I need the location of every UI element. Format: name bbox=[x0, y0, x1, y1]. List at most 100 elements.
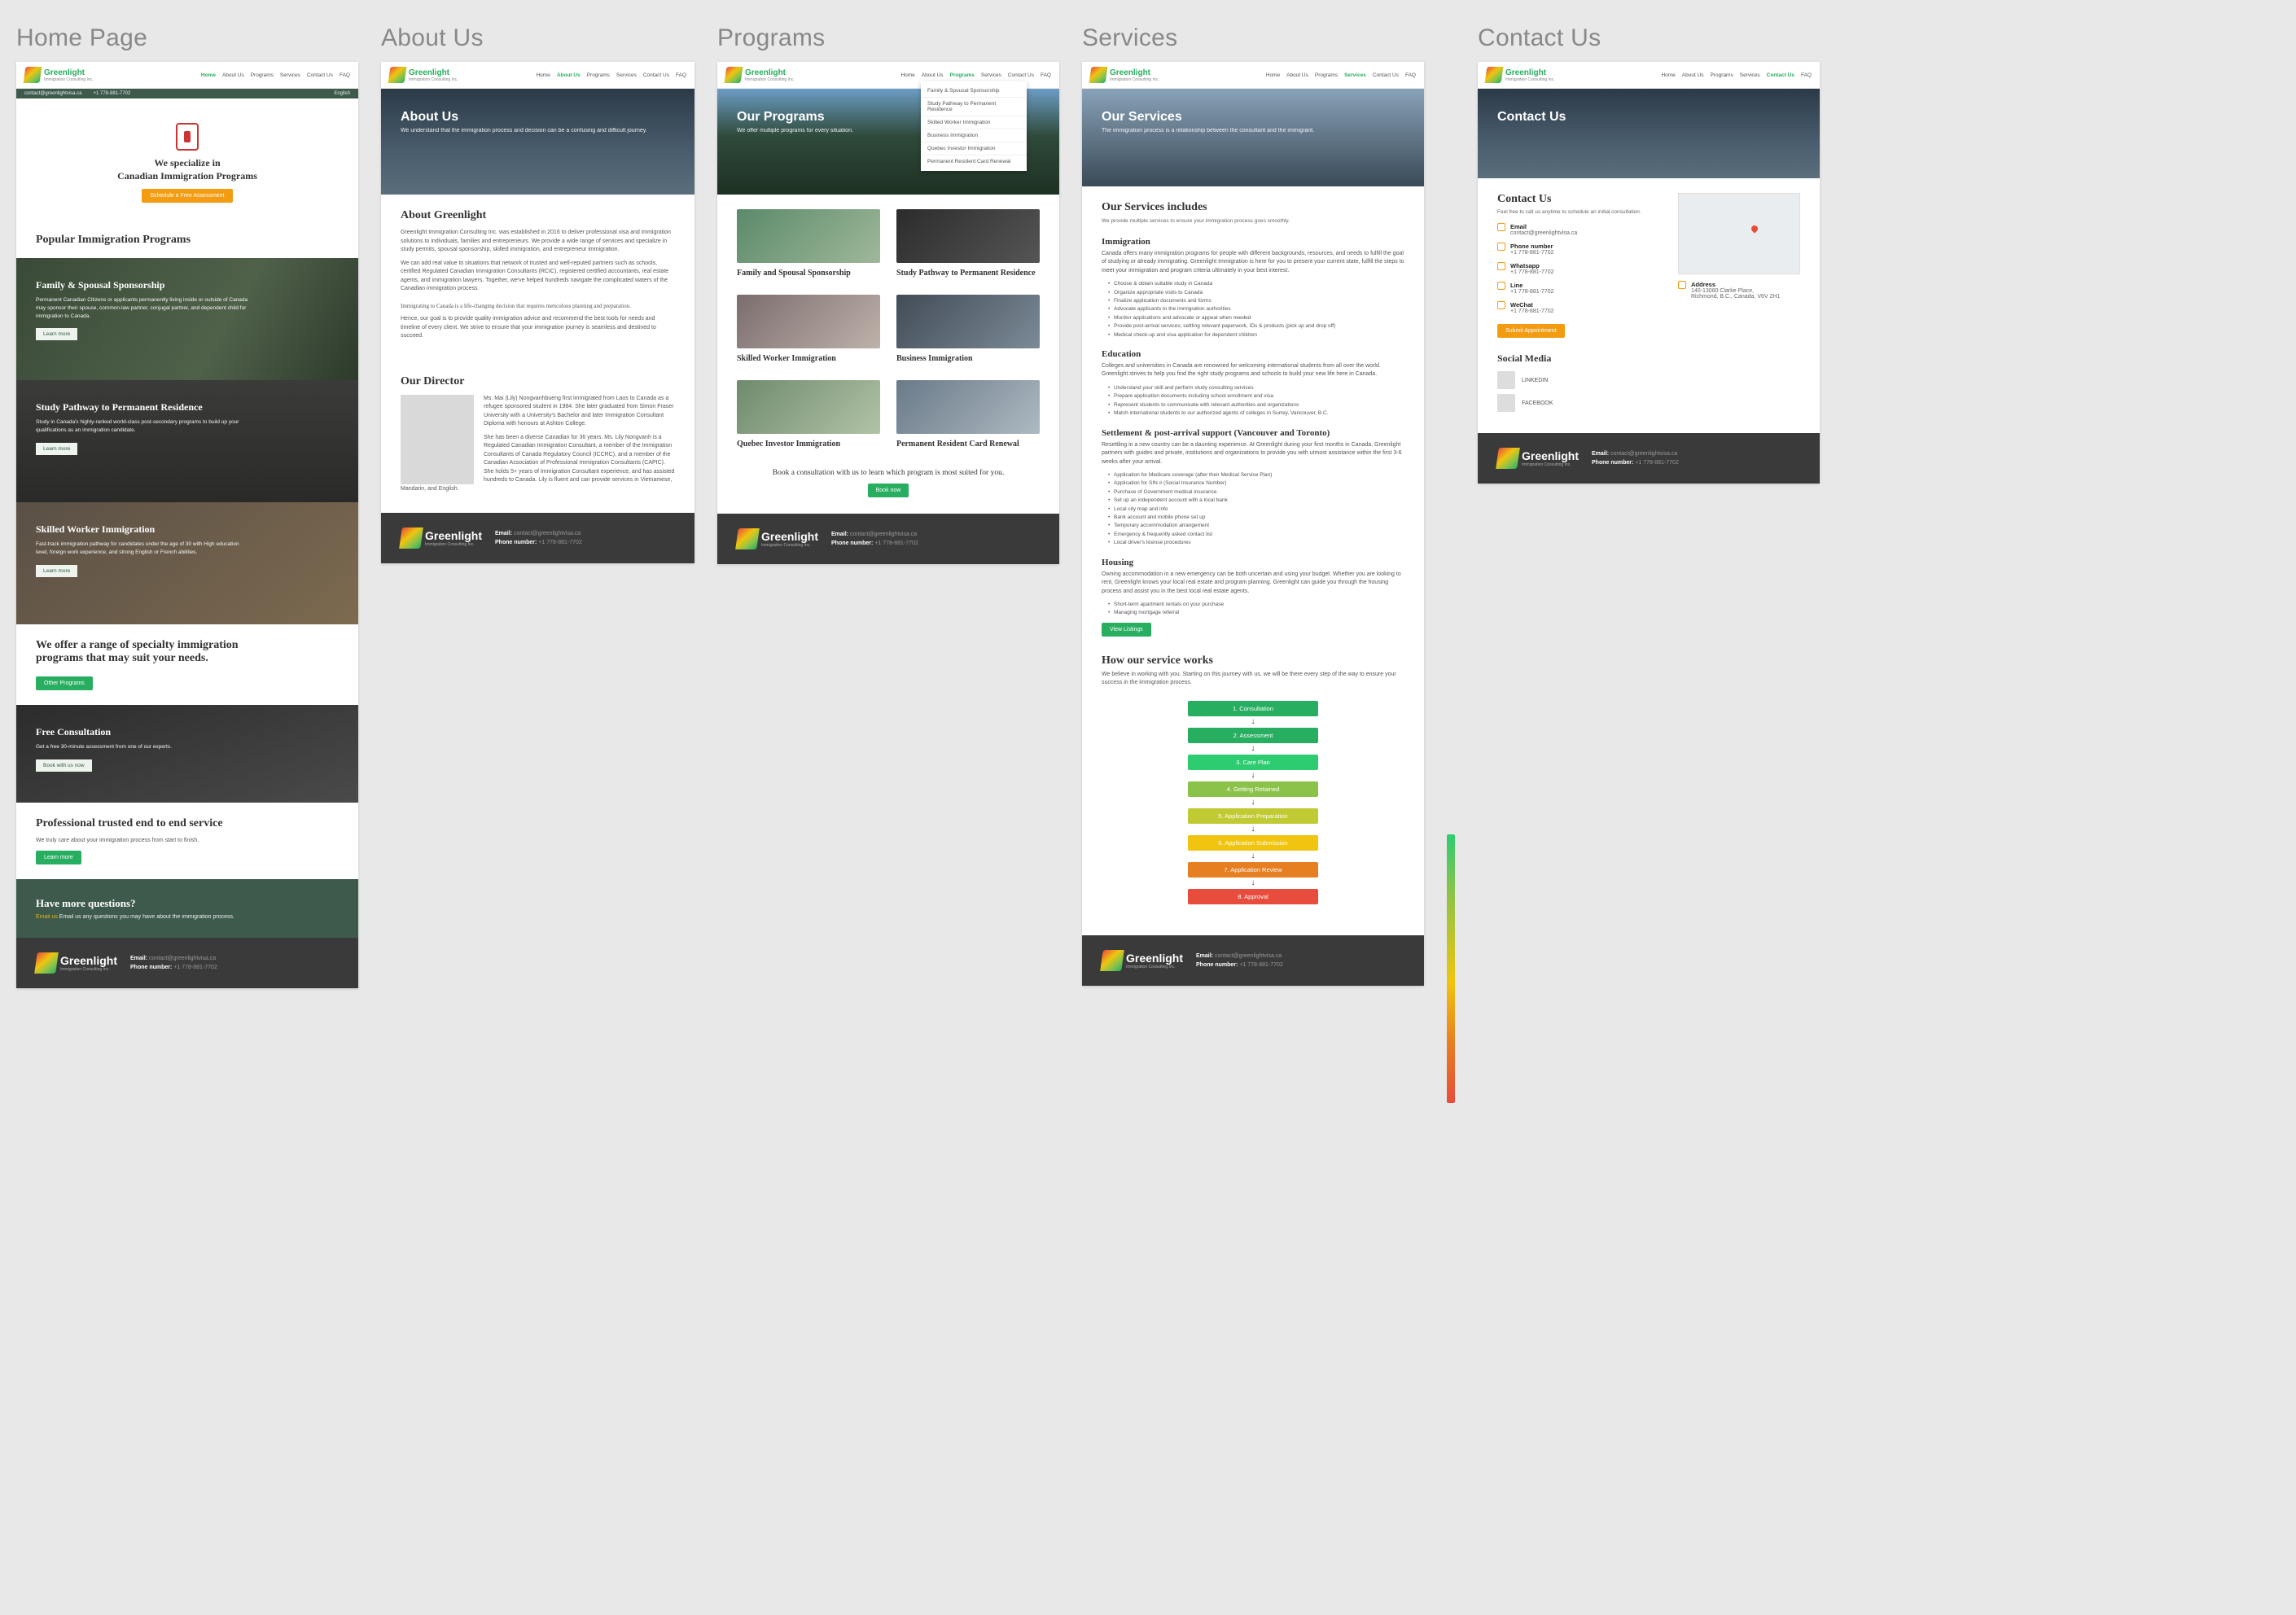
nav-about[interactable]: About Us bbox=[1286, 72, 1308, 78]
topbar-email[interactable]: contact@greenlightvisa.ca bbox=[24, 91, 81, 96]
logo[interactable]: GreenlightImmigration Consulting Inc. bbox=[1090, 67, 1159, 83]
program-card[interactable]: Study Pathway to Permanent Residence bbox=[896, 209, 1040, 278]
program-card[interactable]: Permanent Resident Card Renewal bbox=[896, 380, 1040, 449]
logo[interactable]: GreenlightImmigration Consulting Inc. bbox=[24, 67, 94, 83]
social-facebook[interactable]: FACEBOOK bbox=[1497, 394, 1800, 412]
footer-phone[interactable]: +1 778-881-7702 bbox=[874, 541, 918, 546]
list-item: Bank account and mobile phone set up bbox=[1108, 514, 1404, 522]
program-card[interactable]: Quebec Investor Immigration bbox=[737, 380, 880, 449]
dd-item[interactable]: Skilled Worker Immigration bbox=[921, 116, 1027, 129]
nav-services[interactable]: Services bbox=[616, 72, 637, 78]
nav-contact[interactable]: Contact Us bbox=[1373, 72, 1399, 78]
logo-icon bbox=[388, 67, 407, 83]
footer-phone[interactable]: +1 778-881-7702 bbox=[1635, 460, 1679, 466]
intro-title: We specialize in Canadian Immigration Pr… bbox=[36, 157, 339, 182]
topbar-phone[interactable]: +1 778-881-7702 bbox=[93, 91, 130, 96]
band-family-btn[interactable]: Learn more bbox=[36, 328, 77, 340]
footer-email[interactable]: contact@greenlightvisa.ca bbox=[1610, 451, 1677, 457]
footer-email[interactable]: contact@greenlightvisa.ca bbox=[1215, 953, 1282, 959]
about-p1: Greenlight Immigration Consulting Inc. w… bbox=[401, 229, 675, 255]
nav-home[interactable]: Home bbox=[536, 72, 550, 78]
col-title-contact: Contact Us bbox=[1478, 24, 1820, 52]
nav-programs[interactable]: Programs bbox=[1315, 72, 1338, 78]
nav-programs[interactable]: Programs bbox=[1711, 72, 1733, 78]
social-linkedin[interactable]: LINKEDIN bbox=[1497, 371, 1800, 389]
view-listings-btn[interactable]: View Listings bbox=[1102, 623, 1151, 637]
dd-item[interactable]: Family & Spousal Sponsorship bbox=[921, 85, 1027, 98]
book-section: Book a consultation with us to learn whi… bbox=[717, 464, 1059, 514]
col-services: Services GreenlightImmigration Consultin… bbox=[1082, 24, 1424, 986]
footer-phone[interactable]: +1 778-881-7702 bbox=[1239, 962, 1283, 968]
footer-phone[interactable]: +1 778-881-7702 bbox=[173, 965, 217, 970]
nav-home[interactable]: Home bbox=[900, 72, 914, 78]
nav-faq[interactable]: FAQ bbox=[676, 72, 686, 78]
nav-contact[interactable]: Contact Us bbox=[307, 72, 333, 78]
more-link[interactable]: Email us bbox=[36, 914, 58, 920]
program-title: Quebec Investor Immigration bbox=[737, 439, 880, 449]
nav-contact[interactable]: Contact Us bbox=[1767, 72, 1794, 78]
nav-about[interactable]: About Us bbox=[922, 72, 944, 78]
nav-home[interactable]: Home bbox=[1661, 72, 1675, 78]
logo-icon bbox=[24, 67, 42, 83]
line-value[interactable]: +1 778-881-7702 bbox=[1510, 289, 1554, 295]
nav-contact[interactable]: Contact Us bbox=[643, 72, 669, 78]
footer-email[interactable]: contact@greenlightvisa.ca bbox=[850, 532, 917, 537]
nav-faq[interactable]: FAQ bbox=[1801, 72, 1812, 78]
nav-contact[interactable]: Contact Us bbox=[1008, 72, 1034, 78]
nav-home[interactable]: Home bbox=[1266, 72, 1280, 78]
free-btn[interactable]: Book with us now bbox=[36, 759, 92, 772]
whatsapp-value[interactable]: +1 778-881-7702 bbox=[1510, 269, 1554, 275]
email-value[interactable]: contact@greenlightvisa.ca bbox=[1510, 230, 1577, 236]
nav-services[interactable]: Services bbox=[280, 72, 300, 78]
contact-h: Contact Us bbox=[1497, 193, 1667, 206]
dd-item[interactable]: Permanent Resident Card Renewal bbox=[921, 155, 1027, 168]
nav-services[interactable]: Services bbox=[1740, 72, 1760, 78]
nav-faq[interactable]: FAQ bbox=[340, 72, 350, 78]
program-card[interactable]: Business Immigration bbox=[896, 295, 1040, 364]
nav-about[interactable]: About Us bbox=[1682, 72, 1704, 78]
topbar: contact@greenlightvisa.ca +1 778-881-770… bbox=[16, 89, 358, 98]
dd-item[interactable]: Study Pathway to Permanent Residence bbox=[921, 98, 1027, 116]
footer: GreenlightImmigration Consulting Inc. Em… bbox=[16, 938, 358, 988]
map[interactable] bbox=[1678, 193, 1800, 274]
footer-email[interactable]: contact@greenlightvisa.ca bbox=[514, 531, 581, 536]
program-card[interactable]: Family and Spousal Sponsorship bbox=[737, 209, 880, 278]
nav-about[interactable]: About Us bbox=[557, 72, 581, 78]
nav-faq[interactable]: FAQ bbox=[1041, 72, 1051, 78]
footer-email[interactable]: contact@greenlightvisa.ca bbox=[149, 956, 216, 961]
nav-services[interactable]: Services bbox=[981, 72, 1001, 78]
footer-phone[interactable]: +1 778-881-7702 bbox=[538, 540, 582, 545]
list-item: Application for Medicare coverage (after… bbox=[1108, 471, 1404, 479]
logo[interactable]: GreenlightImmigration Consulting Inc. bbox=[1486, 67, 1555, 83]
services-hero-sub: The immigration process is a relationshi… bbox=[1102, 128, 1404, 133]
book-btn[interactable]: Book now bbox=[868, 484, 909, 497]
nav-about[interactable]: About Us bbox=[222, 72, 244, 78]
topbar-lang[interactable]: English bbox=[334, 91, 350, 96]
nav-faq[interactable]: FAQ bbox=[1405, 72, 1416, 78]
programs-dropdown[interactable]: Family & Spousal Sponsorship Study Pathw… bbox=[921, 81, 1027, 171]
wechat-value[interactable]: +1 778-881-7702 bbox=[1510, 309, 1554, 314]
nav-programs[interactable]: Programs bbox=[251, 72, 274, 78]
list-item: Represent students to communicate with r… bbox=[1108, 401, 1404, 409]
list-item: Understand your skill and perform study … bbox=[1108, 384, 1404, 392]
trusted-btn[interactable]: Learn more bbox=[36, 851, 81, 864]
phone-value[interactable]: +1 778-881-7702 bbox=[1510, 250, 1554, 256]
nav-services[interactable]: Services bbox=[1344, 72, 1366, 78]
specialty-title: We offer a range of specialty immigratio… bbox=[36, 639, 278, 665]
band-study-btn[interactable]: Learn more bbox=[36, 443, 77, 455]
program-title: Business Immigration bbox=[896, 353, 1040, 364]
logo[interactable]: GreenlightImmigration Consulting Inc. bbox=[389, 67, 458, 83]
nav-programs[interactable]: Programs bbox=[950, 72, 975, 78]
social-section: Social Media LINKEDIN FACEBOOK bbox=[1478, 352, 1820, 433]
nav-programs[interactable]: Programs bbox=[587, 72, 610, 78]
intro-cta[interactable]: Schedule a Free Assessment bbox=[142, 189, 232, 203]
logo[interactable]: GreenlightImmigration Consulting Inc. bbox=[725, 67, 795, 83]
band-skilled-btn[interactable]: Learn more bbox=[36, 565, 77, 577]
submit-appointment-btn[interactable]: Submit Appointment bbox=[1497, 324, 1565, 338]
dd-item[interactable]: Business Immigration bbox=[921, 129, 1027, 142]
nav-home[interactable]: Home bbox=[201, 72, 216, 78]
band-family-body: Permanent Canadian Citizens or applicant… bbox=[36, 296, 248, 320]
program-card[interactable]: Skilled Worker Immigration bbox=[737, 295, 880, 364]
dd-item[interactable]: Quebec Investor Immigration bbox=[921, 142, 1027, 155]
specialty-btn[interactable]: Other Programs bbox=[36, 676, 93, 690]
